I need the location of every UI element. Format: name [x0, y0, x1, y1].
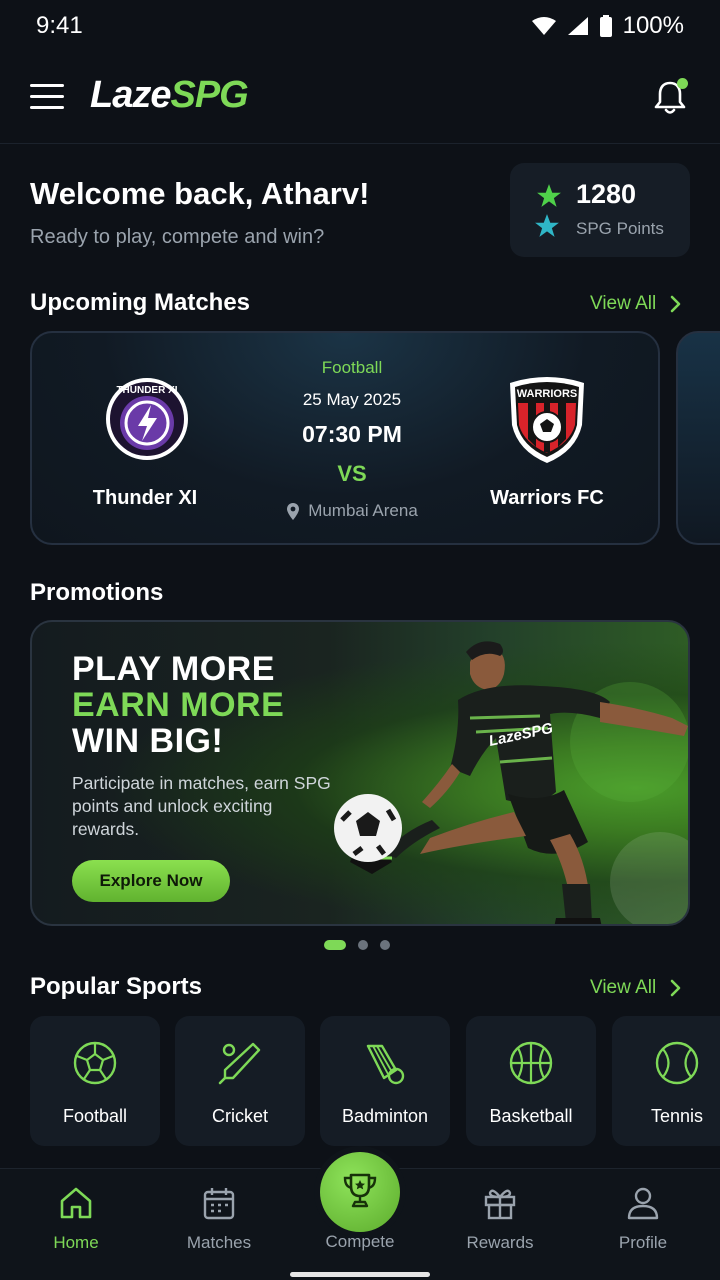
- carousel-dot-active[interactable]: [324, 940, 346, 950]
- welcome-title: Welcome back, Atharv!: [30, 176, 370, 211]
- nav-label: Home: [53, 1233, 99, 1252]
- notifications-bell-icon[interactable]: [650, 78, 690, 118]
- sport-tile-tennis[interactable]: Tennis: [612, 1016, 720, 1146]
- carousel-dot[interactable]: [358, 940, 368, 950]
- nav-label: Profile: [618, 1233, 668, 1252]
- gift-icon: [484, 1189, 516, 1220]
- match-date: 25 May 2025: [302, 390, 402, 409]
- notification-dot: [677, 78, 688, 89]
- venue-name: Mumbai Arena: [308, 501, 418, 520]
- spg-points-card[interactable]: 1280 SPG Points: [510, 163, 690, 257]
- basketball-icon: [509, 1041, 553, 1085]
- sport-tile-badminton[interactable]: Badminton: [320, 1016, 450, 1146]
- nav-rewards[interactable]: Rewards: [440, 1183, 560, 1263]
- explore-now-button[interactable]: Explore Now: [72, 860, 230, 902]
- promotions-title: Promotions: [30, 579, 164, 606]
- promo-line-1: PLAY MORE: [72, 650, 275, 688]
- status-time: 9:41: [36, 12, 83, 39]
- football-player-illustration: LazeSPG: [334, 641, 688, 924]
- promo-banner[interactable]: LazeSPG PLAY MORE EARN MORE WIN BIG! Par…: [30, 620, 690, 926]
- view-all-label: View All: [590, 293, 657, 314]
- home-icon: [60, 1187, 92, 1219]
- match-time: 07:30 PM: [302, 421, 402, 447]
- view-all-label: View All: [590, 977, 657, 998]
- match-sport: Football: [321, 358, 383, 377]
- promo-line-3: WIN BIG!: [72, 722, 224, 760]
- logo-text-laze: Laze: [90, 74, 171, 116]
- welcome-subtitle: Ready to play, compete and win?: [30, 226, 325, 248]
- warriors-badge-text: WARRIORS: [517, 388, 578, 400]
- sport-tile-football[interactable]: Football: [30, 1016, 160, 1146]
- sport-label: Football: [62, 1106, 128, 1126]
- match-venue: Mumbai Arena: [242, 501, 462, 521]
- location-pin-icon: [287, 502, 300, 520]
- team1-name: Thunder XI: [92, 487, 198, 509]
- status-icons: 100%: [531, 12, 684, 40]
- nav-profile[interactable]: Profile: [583, 1183, 703, 1263]
- sports-view-all-link[interactable]: View All: [590, 977, 682, 999]
- sport-label: Basketball: [489, 1106, 573, 1126]
- green-star-icon: [537, 184, 561, 207]
- battery-icon: [599, 15, 612, 37]
- upcoming-matches-title: Upcoming Matches: [30, 289, 251, 316]
- sport-label: Tennis: [650, 1106, 704, 1126]
- thunder-badge-text: THUNDER XI: [116, 385, 177, 396]
- sport-label: Cricket: [211, 1106, 268, 1126]
- chevron-right-icon: [670, 295, 681, 313]
- points-label: SPG Points: [576, 219, 664, 238]
- promo-line-2: EARN MORE: [72, 686, 285, 724]
- popular-sports-title: Popular Sports: [30, 973, 203, 1000]
- next-match-card[interactable]: [676, 331, 720, 545]
- sport-tile-basketball[interactable]: Basketball: [466, 1016, 596, 1146]
- home-indicator: [290, 1272, 430, 1277]
- wifi-icon: [531, 17, 556, 35]
- warriors-fc-badge: WARRIORS: [510, 377, 584, 463]
- team2-name: Warriors FC: [490, 487, 604, 509]
- carousel-dots: [324, 940, 390, 950]
- compete-label: Compete: [325, 1232, 395, 1251]
- match-card[interactable]: THUNDER XI Thunder XI Football 25 May 20…: [30, 331, 660, 545]
- trophy-icon: [343, 1173, 377, 1208]
- carousel-dot[interactable]: [380, 940, 390, 950]
- match-vs: VS: [337, 461, 367, 486]
- signal-icon: [567, 17, 588, 35]
- football-icon: [73, 1041, 117, 1085]
- battery-percent: 100%: [622, 12, 684, 39]
- shuttlecock-icon: [366, 1044, 405, 1085]
- thunder-xi-badge: THUNDER XI: [106, 378, 188, 460]
- nav-label: Rewards: [466, 1233, 534, 1252]
- teal-star-icon: [535, 214, 559, 237]
- cricket-icon: [218, 1042, 261, 1085]
- status-bar: 9:41 100%: [0, 0, 720, 52]
- tennis-ball-icon: [655, 1041, 699, 1085]
- promo-description: Participate in matches, earn SPG points …: [72, 773, 331, 839]
- chevron-right-icon: [670, 979, 681, 997]
- nav-matches[interactable]: Matches: [159, 1183, 279, 1263]
- nav-home[interactable]: Home: [16, 1183, 136, 1263]
- app-logo: LazeSPG: [90, 74, 249, 117]
- hamburger-menu-icon[interactable]: [30, 84, 64, 110]
- points-value: 1280: [576, 179, 637, 209]
- nav-label: Matches: [186, 1233, 252, 1252]
- compete-button[interactable]: [320, 1152, 400, 1232]
- upcoming-view-all-link[interactable]: View All: [590, 293, 682, 315]
- app-header: LazeSPG: [0, 52, 720, 144]
- user-icon: [627, 1187, 659, 1220]
- sport-label: Badminton: [341, 1106, 429, 1126]
- logo-text-spg: SPG: [170, 74, 248, 116]
- sport-tile-cricket[interactable]: Cricket: [175, 1016, 305, 1146]
- calendar-icon: [203, 1188, 235, 1220]
